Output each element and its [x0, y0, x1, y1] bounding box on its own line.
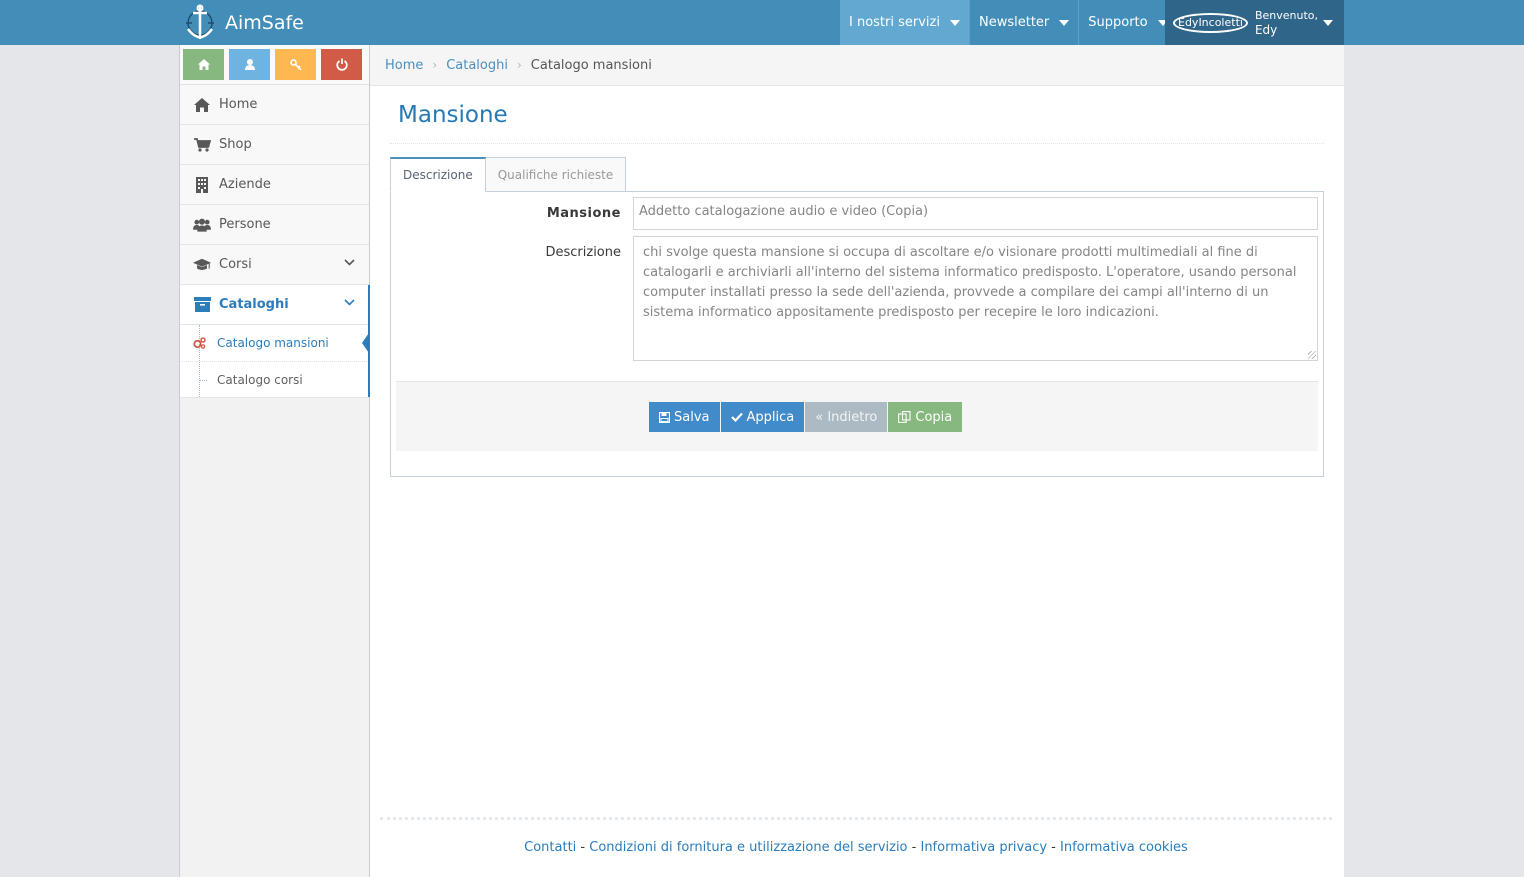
- footer-separator: -: [1047, 840, 1061, 855]
- key-icon: [289, 58, 302, 71]
- tab-qualifiche-richieste[interactable]: Qualifiche richieste: [484, 157, 627, 192]
- shortcut-user-button[interactable]: [229, 49, 270, 80]
- nav-servizi-label: I nostri servizi: [849, 15, 940, 30]
- cogs-icon: [193, 337, 206, 349]
- footer-link-cookies[interactable]: Informativa cookies: [1060, 840, 1188, 855]
- nav-supporto[interactable]: Supporto: [1078, 0, 1175, 45]
- sidebar-item-label: Home: [219, 97, 258, 112]
- shortcut-power-button[interactable]: [321, 49, 362, 80]
- sidebar-subitem-label: Catalogo mansioni: [217, 336, 329, 350]
- indietro-label: « Indietro: [815, 409, 878, 425]
- chevron-down-icon: [344, 299, 355, 306]
- descrizione-text: chi svolge questa mansione si occupa di …: [643, 245, 1297, 320]
- descrizione-textarea[interactable]: chi svolge questa mansione si occupa di …: [633, 236, 1318, 361]
- tabs: Descrizione Qualifiche richieste: [390, 157, 627, 192]
- footer-link-contatti[interactable]: Contatti: [524, 840, 576, 855]
- tree-dash: [200, 380, 207, 381]
- chevron-down-icon: [344, 259, 355, 266]
- sidebar-item-aziende[interactable]: Aziende: [180, 165, 369, 205]
- nav-newsletter[interactable]: Newsletter: [968, 0, 1078, 45]
- brand[interactable]: AimSafe: [183, 0, 304, 45]
- tab-descrizione[interactable]: Descrizione: [390, 157, 486, 192]
- caret-down-icon: [1323, 20, 1333, 26]
- sidebar-item-label: Corsi: [219, 257, 252, 272]
- breadcrumb-home[interactable]: Home: [385, 58, 423, 73]
- mansione-label: Mansione: [546, 206, 621, 221]
- users-icon: [193, 217, 211, 233]
- chevron-right-icon: ›: [516, 58, 522, 72]
- sidebar-menu: Home Shop Aziende Persone Corsi Catalogh…: [180, 85, 371, 398]
- save-icon: [659, 411, 670, 423]
- home-icon: [197, 59, 210, 70]
- sidebar-item-cataloghi[interactable]: Cataloghi: [180, 285, 370, 325]
- salva-label: Salva: [674, 409, 710, 425]
- sidebar-item-label: Cataloghi: [219, 297, 289, 312]
- shortcut-home-button[interactable]: [183, 49, 224, 80]
- sidebar-item-label: Shop: [219, 137, 252, 152]
- footer-links: Contatti - Condizioni di fornitura e uti…: [380, 840, 1332, 855]
- graduation-cap-icon: [193, 257, 211, 273]
- footer-link-condizioni[interactable]: Condizioni di fornitura e utilizzazione …: [589, 840, 907, 855]
- sidebar-subitem-catalogo-mansioni[interactable]: Catalogo mansioni: [180, 325, 371, 361]
- avatar: EdyIncoletti: [1173, 12, 1248, 33]
- tab-pane-descrizione: Mansione Addetto catalogazione audio e v…: [390, 191, 1324, 477]
- footer-separator: -: [576, 840, 590, 855]
- descrizione-label: Descrizione: [545, 245, 621, 260]
- breadcrumb-cataloghi[interactable]: Cataloghi: [446, 58, 508, 73]
- copia-button[interactable]: Copia: [888, 402, 963, 432]
- chevron-right-icon: ›: [432, 58, 438, 72]
- main-content: Home › Cataloghi › Catalogo mansioni Man…: [370, 45, 1344, 877]
- page-title: Mansione: [398, 101, 508, 128]
- indietro-button[interactable]: « Indietro: [805, 402, 888, 432]
- page-header: Mansione: [390, 86, 1324, 144]
- user-name: Edy: [1254, 22, 1278, 37]
- nav-supporto-label: Supporto: [1088, 15, 1148, 30]
- sidebar-subitem-catalogo-corsi[interactable]: Catalogo corsi: [180, 361, 369, 397]
- check-icon: [730, 412, 743, 422]
- building-icon: [193, 176, 211, 193]
- anchor-logo-icon: [186, 4, 214, 39]
- power-icon: [335, 58, 348, 71]
- sidebar-item-label: Aziende: [219, 177, 271, 192]
- sidebar-shortcuts: [180, 45, 369, 85]
- mansione-input[interactable]: Addetto catalogazione audio e video (Cop…: [633, 197, 1318, 230]
- nav-newsletter-label: Newsletter: [978, 15, 1050, 30]
- user-icon: [244, 59, 255, 70]
- copia-label: Copia: [915, 409, 953, 425]
- breadcrumb: Home › Cataloghi › Catalogo mansioni: [370, 45, 1344, 86]
- brand-name: AimSafe: [225, 11, 304, 34]
- cart-icon: [193, 137, 211, 153]
- caret-down-icon: [1059, 19, 1070, 26]
- breadcrumb-current: Catalogo mansioni: [530, 57, 652, 73]
- form-actions: Salva Applica « Indietro Copia: [396, 381, 1318, 451]
- archive-icon: [193, 297, 211, 313]
- sidebar-item-corsi[interactable]: Corsi: [180, 245, 369, 285]
- nav-servizi[interactable]: I nostri servizi: [840, 0, 969, 45]
- shortcut-key-button[interactable]: [275, 49, 316, 80]
- home-icon: [193, 97, 211, 113]
- footer: Contatti - Condizioni di fornitura e uti…: [380, 817, 1332, 855]
- footer-separator: -: [907, 840, 921, 855]
- caret-down-icon: [949, 19, 960, 26]
- sidebar-item-persone[interactable]: Persone: [180, 205, 369, 245]
- sidebar-item-label: Persone: [219, 217, 271, 232]
- welcome-text: Benvenuto,: [1254, 8, 1318, 22]
- sidebar-item-home[interactable]: Home: [180, 85, 369, 125]
- sidebar-item-shop[interactable]: Shop: [180, 125, 369, 165]
- resize-grip-icon[interactable]: [1308, 351, 1316, 359]
- sidebar-subitem-label: Catalogo corsi: [217, 372, 303, 387]
- salva-button[interactable]: Salva: [649, 402, 720, 432]
- user-menu[interactable]: EdyIncoletti Benvenuto, Edy: [1165, 0, 1344, 45]
- applica-label: Applica: [746, 409, 795, 425]
- copy-icon: [898, 411, 911, 423]
- footer-link-privacy[interactable]: Informativa privacy: [920, 840, 1047, 855]
- cataloghi-submenu: Catalogo mansioni Catalogo corsi: [180, 325, 371, 398]
- applica-button[interactable]: Applica: [720, 402, 805, 432]
- top-navbar: AimSafe I nostri servizi Newsletter Supp…: [0, 0, 1524, 45]
- sidebar: Home Shop Aziende Persone Corsi Catalogh…: [179, 45, 371, 877]
